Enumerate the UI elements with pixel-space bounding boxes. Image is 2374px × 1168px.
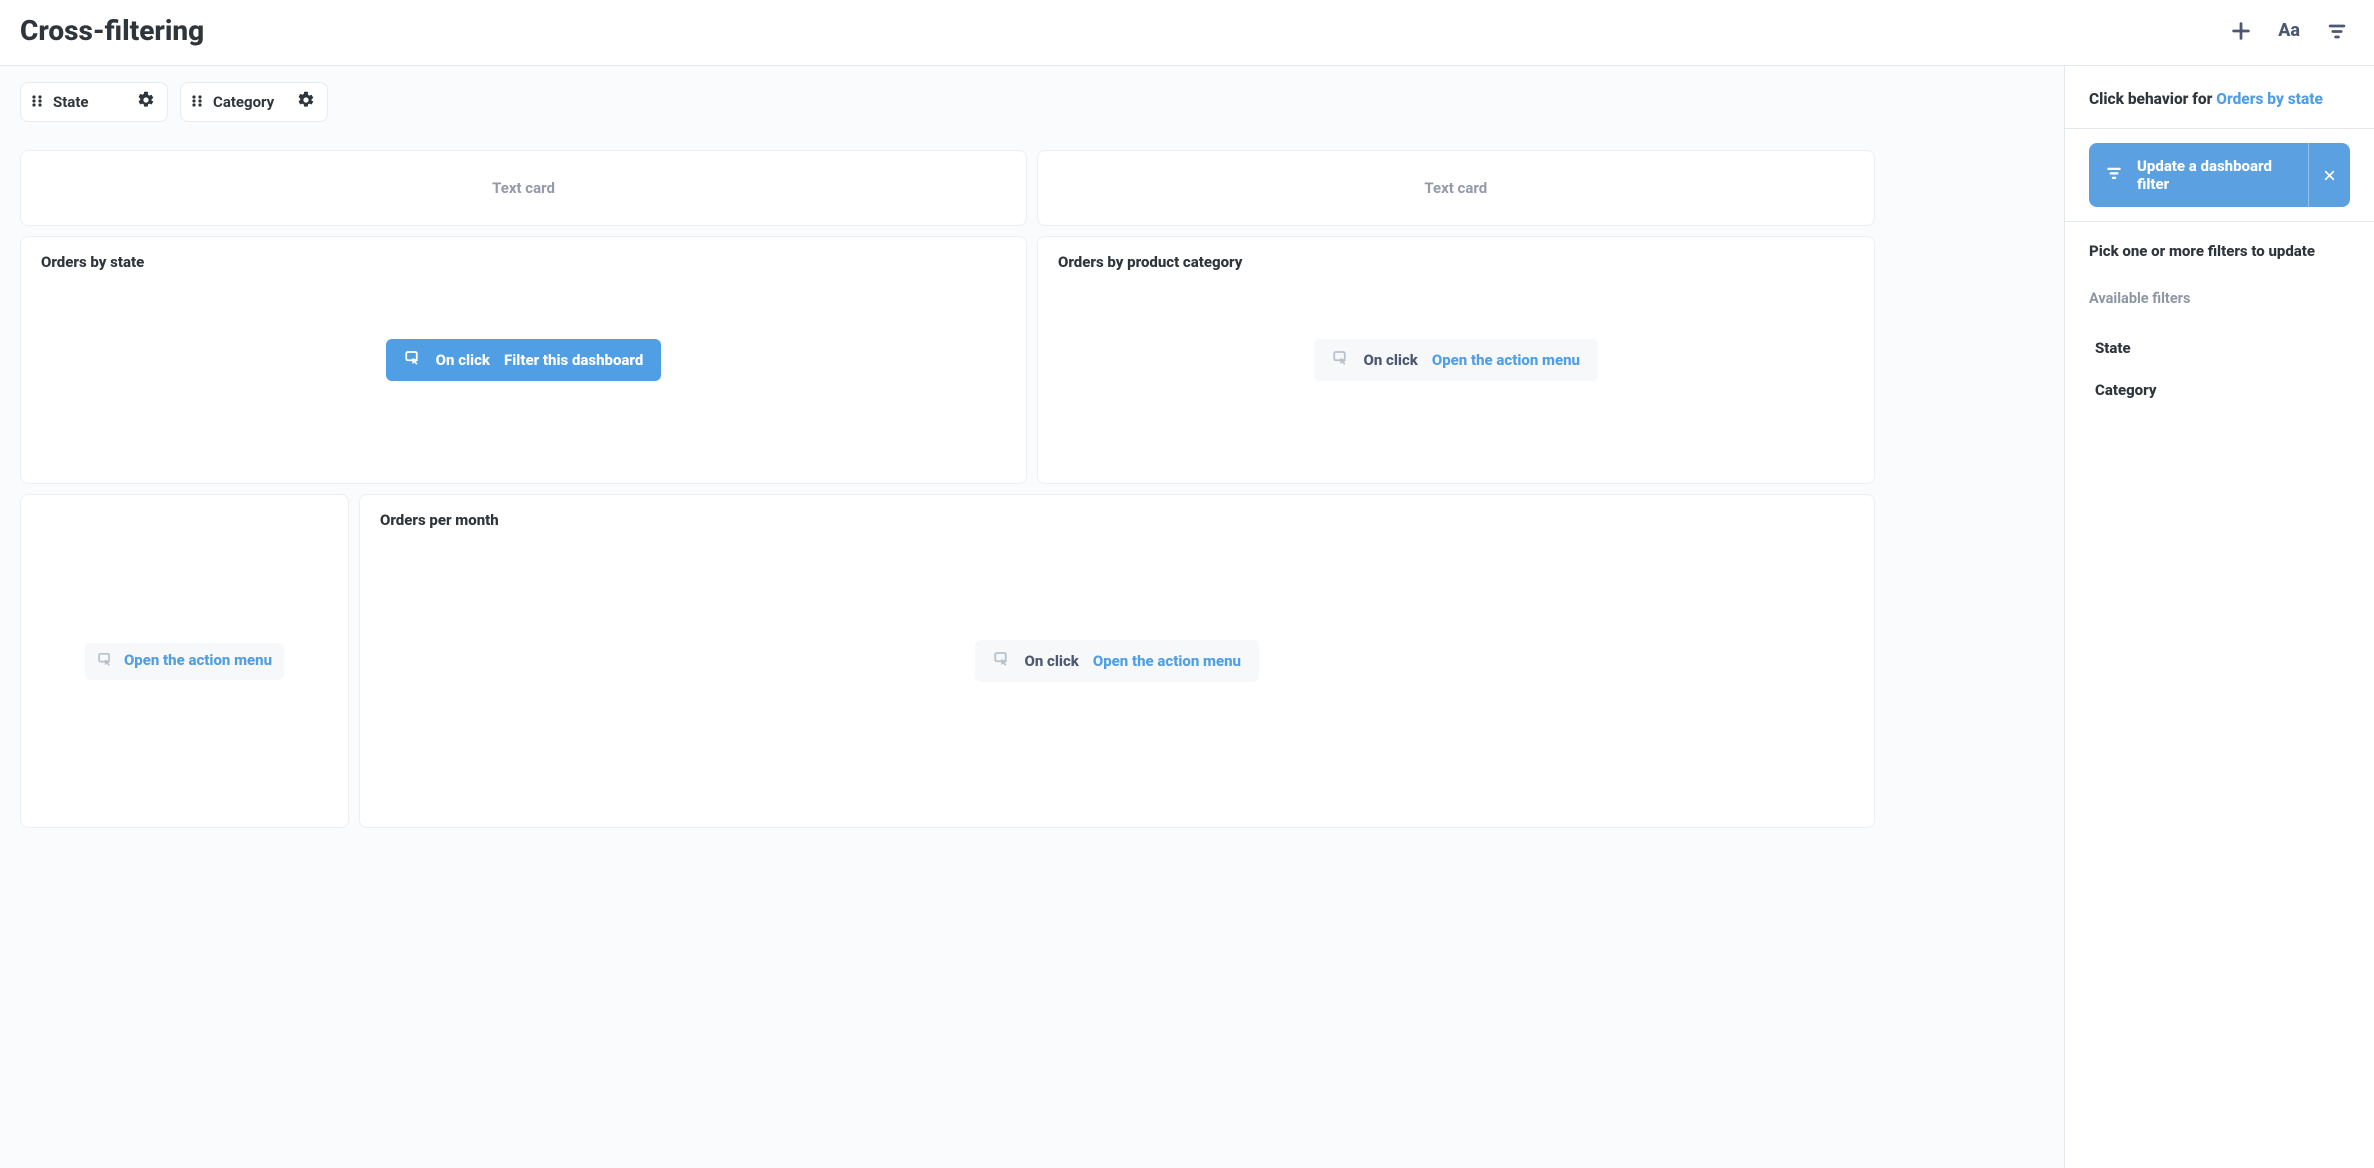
- header: Cross-filtering Aa: [0, 0, 2374, 66]
- click-icon: [97, 651, 114, 672]
- filter-chip-state[interactable]: State: [20, 82, 168, 122]
- click-behavior-sidebar: Click behavior for Orders by state Updat…: [2064, 66, 2374, 1168]
- click-behavior-pill[interactable]: Open the action menu: [85, 643, 284, 680]
- available-filter-category[interactable]: Category: [2089, 369, 2350, 411]
- on-click-label: On click: [1025, 652, 1079, 670]
- header-actions: Aa: [2230, 20, 2354, 42]
- card-small[interactable]: Open the action menu: [20, 494, 349, 828]
- click-icon: [1332, 349, 1350, 371]
- page-title: Cross-filtering: [20, 14, 204, 47]
- on-click-label: On click: [1364, 351, 1418, 369]
- click-icon: [404, 349, 422, 371]
- sidebar-header-prefix: Click behavior for: [2089, 90, 2216, 108]
- gear-icon[interactable]: [137, 91, 155, 113]
- drag-handle-icon[interactable]: [31, 93, 43, 112]
- click-action-label: Filter this dashboard: [504, 351, 643, 369]
- sidebar-header-target-link[interactable]: Orders by state: [2216, 90, 2323, 108]
- available-filters-label: Available filters: [2089, 290, 2350, 307]
- click-icon: [993, 650, 1011, 672]
- text-card-label: Text card: [1424, 179, 1487, 197]
- click-action-label: Open the action menu: [1432, 351, 1580, 369]
- update-dashboard-filter-button[interactable]: Update a dashboard filter: [2089, 143, 2350, 207]
- filter-chip-label: Category: [213, 93, 274, 111]
- available-filter-state[interactable]: State: [2089, 327, 2350, 369]
- text-card-label: Text card: [492, 179, 555, 197]
- close-icon[interactable]: [2308, 143, 2350, 207]
- card-orders-by-product-category[interactable]: Orders by product category On click Open…: [1037, 236, 1875, 484]
- click-action-label: Open the action menu: [124, 651, 272, 671]
- card-orders-by-state[interactable]: Orders by state On click Filter this das…: [20, 236, 1027, 484]
- sidebar-header: Click behavior for Orders by state: [2065, 66, 2374, 129]
- filter-chip-category[interactable]: Category: [180, 82, 328, 122]
- click-behavior-pill[interactable]: On click Open the action menu: [1314, 339, 1598, 381]
- dashboard-canvas: State Category: [0, 66, 2064, 1168]
- card-orders-per-month[interactable]: Orders per month On click Open the actio…: [359, 494, 1875, 828]
- filters-row: State Category: [20, 82, 2044, 122]
- click-behavior-pill[interactable]: On click Filter this dashboard: [386, 339, 662, 381]
- on-click-label: On click: [436, 351, 490, 369]
- add-icon[interactable]: [2230, 20, 2252, 42]
- filter-icon[interactable]: [2326, 20, 2348, 42]
- click-action-label: Open the action menu: [1093, 652, 1241, 670]
- update-filter-label: Update a dashboard filter: [2137, 157, 2292, 193]
- click-behavior-pill[interactable]: On click Open the action menu: [975, 640, 1259, 682]
- drag-handle-icon[interactable]: [191, 93, 203, 112]
- pick-filters-heading: Pick one or more filters to update: [2089, 242, 2350, 260]
- text-options-icon[interactable]: Aa: [2278, 20, 2300, 41]
- filter-icon: [2105, 164, 2123, 186]
- text-card[interactable]: Text card: [1037, 150, 1875, 226]
- filter-chip-label: State: [53, 93, 89, 111]
- gear-icon[interactable]: [297, 91, 315, 113]
- text-card[interactable]: Text card: [20, 150, 1027, 226]
